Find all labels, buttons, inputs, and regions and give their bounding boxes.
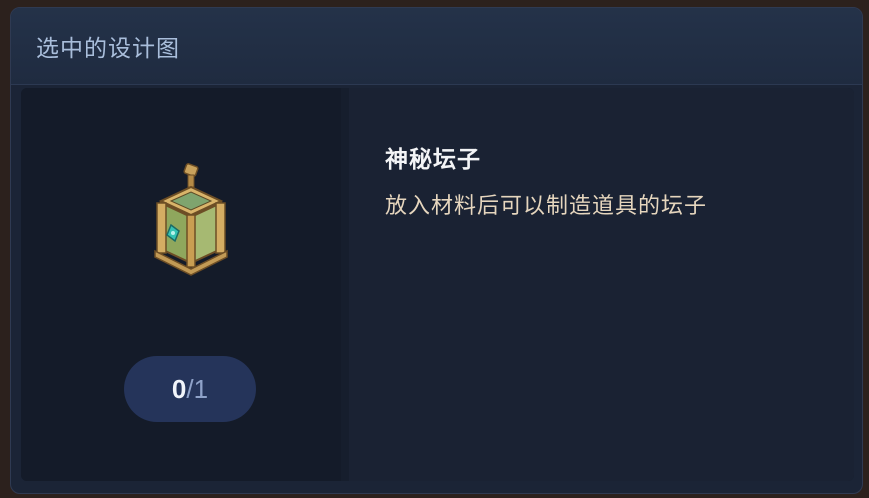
mystic-urn-icon[interactable] xyxy=(141,163,241,278)
item-count-badge: 0/1 xyxy=(124,356,256,422)
window-frame: 选中的设计图 0/1 神秘坛子 放入材料后可以制造道具的坛子 xyxy=(0,0,869,498)
panel-header: 选中的设计图 xyxy=(11,8,862,85)
item-name: 神秘坛子 xyxy=(385,147,481,173)
item-info-section: 神秘坛子 放入材料后可以制造道具的坛子 xyxy=(349,88,854,481)
count-separator: / xyxy=(186,374,194,404)
count-required: 1 xyxy=(193,374,209,404)
item-description: 放入材料后可以制造道具的坛子 xyxy=(385,194,708,219)
panel-title: 选中的设计图 xyxy=(36,36,180,62)
panel-body: 0/1 神秘坛子 放入材料后可以制造道具的坛子 xyxy=(21,88,854,481)
count-owned: 0 xyxy=(171,374,187,404)
item-preview-section: 0/1 xyxy=(21,88,341,481)
selected-blueprint-panel: 选中的设计图 0/1 神秘坛子 放入材料后可以制造道具的坛子 xyxy=(10,7,863,494)
